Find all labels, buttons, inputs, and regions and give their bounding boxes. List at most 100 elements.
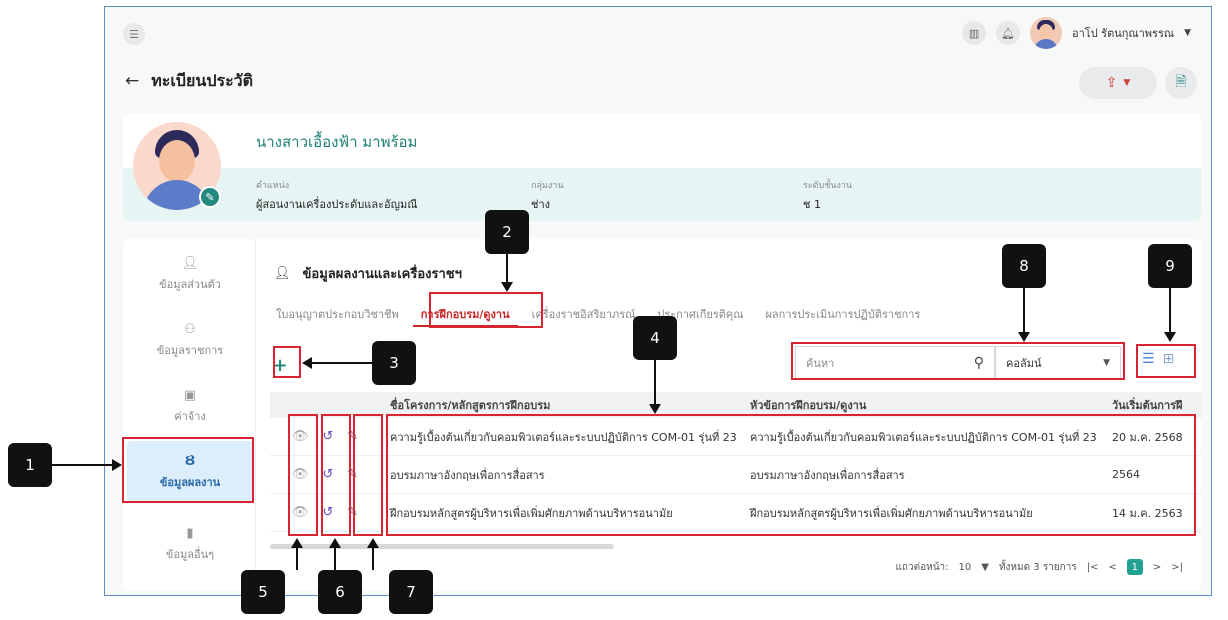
cell-date: 2564 (1112, 468, 1140, 481)
back-arrow-icon[interactable]: ← (125, 71, 139, 91)
eye-icon[interactable]: 👁︎ (292, 467, 309, 482)
column-header-topic[interactable]: หัวข้อการฝึกอบรม/ดูงาน (740, 396, 1102, 414)
callout-2: 2 (485, 210, 529, 254)
sidebar-item-other[interactable]: ▮ ข้อมูลอื่นๆ (127, 513, 253, 575)
search-input[interactable]: ค้นหา ⚲ (795, 346, 995, 380)
next-page-icon[interactable]: > (1153, 562, 1161, 573)
history-icon[interactable]: ↺ (322, 505, 333, 520)
section-header: 👤︎ ข้อมูลผลงานและเครื่องราชฯ (274, 263, 462, 284)
tab-evaluation[interactable]: ผลการประเมินการปฏิบัติราชการ (757, 301, 928, 327)
add-button[interactable]: + (270, 355, 290, 376)
user-name[interactable]: อาโป รัตนกุณาพรรณ (1072, 24, 1174, 42)
sidebar-item-official[interactable]: ⚇ ข้อมูลราชการ (127, 309, 253, 371)
content-card: 👤︎ ข้อมูลส่วนตัว ⚇ ข้อมูลราชการ ▣ ค่าจ้า… (123, 239, 1202, 591)
sidebar-item-wage[interactable]: ▣ ค่าจ้าง (127, 375, 253, 437)
callout-5-arrowhead (291, 538, 303, 548)
callout-4-arrowhead (649, 404, 661, 414)
callout-9-arrowhead (1164, 332, 1176, 342)
callout-5-arrow (296, 548, 298, 570)
pencil-icon[interactable]: ✎ (347, 505, 358, 520)
callout-1-arrow (52, 464, 112, 466)
tab-bar: ใบอนุญาตประกอบวิชาชีพ การฝึกอบรม/ดูงาน เ… (268, 301, 934, 327)
training-table: ชื่อโครงการ/หลักสูตรการฝึกอบรม หัวข้อการ… (270, 392, 1202, 532)
callout-7: 7 (389, 570, 433, 614)
cell-date: 20 ม.ค. 2568 (1112, 430, 1183, 444)
chevron-down-icon[interactable]: ▼ (1184, 28, 1191, 38)
callout-3-arrowhead (302, 357, 312, 369)
tab-decoration[interactable]: เครื่องราชอิสริยาภรณ์ (524, 301, 644, 327)
book-icon[interactable]: ▥ (962, 21, 987, 45)
menu-collapse-icon[interactable]: ☰ (123, 23, 145, 45)
search-icon[interactable]: ⚲ (974, 355, 984, 371)
position-label: ตำแหน่ง (256, 181, 290, 191)
level-field: ระดับชั้นงาน ช 1 (803, 178, 852, 213)
edit-avatar-icon[interactable]: ✎ (199, 186, 221, 208)
first-page-icon[interactable]: |< (1087, 562, 1099, 573)
person-name: นางสาวเอื้องฟ้า มาพร้อม (256, 133, 418, 151)
bookmark-icon: ▮ (186, 525, 194, 541)
position-value: ผู้สอนงานเครื่องประดับและอัญมณี (256, 198, 418, 211)
callout-6: 6 (318, 570, 362, 614)
tab-license[interactable]: ใบอนุญาตประกอบวิชาชีพ (268, 301, 407, 327)
last-page-icon[interactable]: >| (1171, 562, 1183, 573)
callout-3-arrow (312, 362, 372, 364)
pencil-icon[interactable]: ✎ (347, 429, 358, 444)
sidebar-item-performance[interactable]: Ȣ ข้อมูลผลงาน (127, 441, 253, 503)
money-icon: ▣ (183, 387, 197, 403)
callout-6-arrow (334, 548, 336, 570)
callout-1-arrowhead (112, 459, 122, 471)
column-header-date[interactable]: วันเริ่มต้นการฝึ (1102, 396, 1202, 414)
horizontal-scrollbar[interactable] (270, 544, 614, 549)
rows-per-page-select[interactable]: 10 (959, 562, 972, 573)
column-header-name[interactable]: ชื่อโครงการ/หลักสูตรการฝึกอบรม (380, 396, 740, 414)
sidebar-item-label: ข้อมูลอื่นๆ (165, 547, 215, 561)
group-label: กลุ่มงาน (531, 181, 564, 191)
table-header: ชื่อโครงการ/หลักสูตรการฝึกอบรม หัวข้อการ… (270, 392, 1202, 418)
callout-1: 1 (8, 443, 52, 487)
callout-7-arrowhead (367, 538, 379, 548)
tab-training[interactable]: การฝึกอบรม/ดูงาน (412, 301, 518, 327)
list-view-icon[interactable]: ☰ (1142, 351, 1155, 367)
eye-icon[interactable]: 👁︎ (292, 429, 309, 444)
topbar-right: ▥ 🔔︎ อาโป รัตนกุณาพรรณ ▼ (962, 15, 1191, 51)
cell-name: ความรู้เบื้องต้นเกี่ยวกับคอมพิวเตอร์และร… (390, 430, 737, 444)
column-select-value: คอลัมน์ (1006, 357, 1042, 370)
page-number-current[interactable]: 1 (1126, 559, 1143, 575)
group-value: ช่าง (531, 198, 551, 211)
history-icon[interactable]: ↺ (322, 429, 333, 444)
cell-date: 14 ม.ค. 2563 (1112, 506, 1183, 520)
callout-3: 3 (372, 341, 416, 385)
callout-8: 8 (1002, 244, 1046, 288)
export-button[interactable]: ⇪ ▼ (1079, 67, 1157, 99)
row-actions: 👁︎ ↺ ✎ (270, 429, 380, 444)
callout-9-arrow (1169, 288, 1171, 332)
medal-icon: Ȣ (184, 453, 196, 469)
group-field: กลุ่มงาน ช่าง (531, 178, 564, 213)
cell-topic: อบรมภาษาอังกฤษเพื่อการสื่อสาร (750, 468, 905, 482)
search-placeholder: ค้นหา (806, 357, 835, 370)
column-select[interactable]: คอลัมน์ ▼ (995, 346, 1121, 380)
bell-icon[interactable]: 🔔︎ (996, 21, 1021, 45)
page-title: ทะเบียนประวัติ (151, 70, 254, 90)
sidebar-item-personal[interactable]: 👤︎ ข้อมูลส่วนตัว (127, 243, 253, 305)
report-button[interactable]: 🗎︎ (1165, 67, 1197, 99)
person-icon: 👤︎ (274, 266, 291, 281)
chevron-down-icon[interactable]: ▼ (981, 562, 989, 573)
user-avatar[interactable] (1030, 17, 1063, 49)
grid-view-icon[interactable]: ⊞ (1163, 351, 1175, 367)
sidebar-item-label: ข้อมูลส่วนตัว (159, 277, 221, 291)
callout-4-arrow (654, 360, 656, 404)
callout-5: 5 (241, 570, 285, 614)
top-bar: ☰ ▥ 🔔︎ อาโป รัตนกุณาพรรณ ▼ (105, 7, 1211, 57)
sidebar-item-label: ข้อมูลราชการ (156, 343, 224, 357)
cell-topic: ฝึกอบรมหลักสูตรผู้บริหารเพื่อเพิ่มศักยภา… (750, 506, 1033, 520)
history-icon[interactable]: ↺ (322, 467, 333, 482)
eye-icon[interactable]: 👁︎ (292, 505, 309, 520)
view-toggle: ☰ ⊞ (1142, 351, 1174, 367)
sidebar: 👤︎ ข้อมูลส่วนตัว ⚇ ข้อมูลราชการ ▣ ค่าจ้า… (123, 239, 255, 591)
cell-name: ฝึกอบรมหลักสูตรผู้บริหารเพื่อเพิ่มศักยภา… (390, 506, 673, 520)
prev-page-icon[interactable]: < (1108, 562, 1116, 573)
sidebar-item-label: ข้อมูลผลงาน (159, 475, 221, 489)
org-chart-icon: ⚇ (184, 321, 196, 337)
pencil-icon[interactable]: ✎ (347, 467, 358, 482)
